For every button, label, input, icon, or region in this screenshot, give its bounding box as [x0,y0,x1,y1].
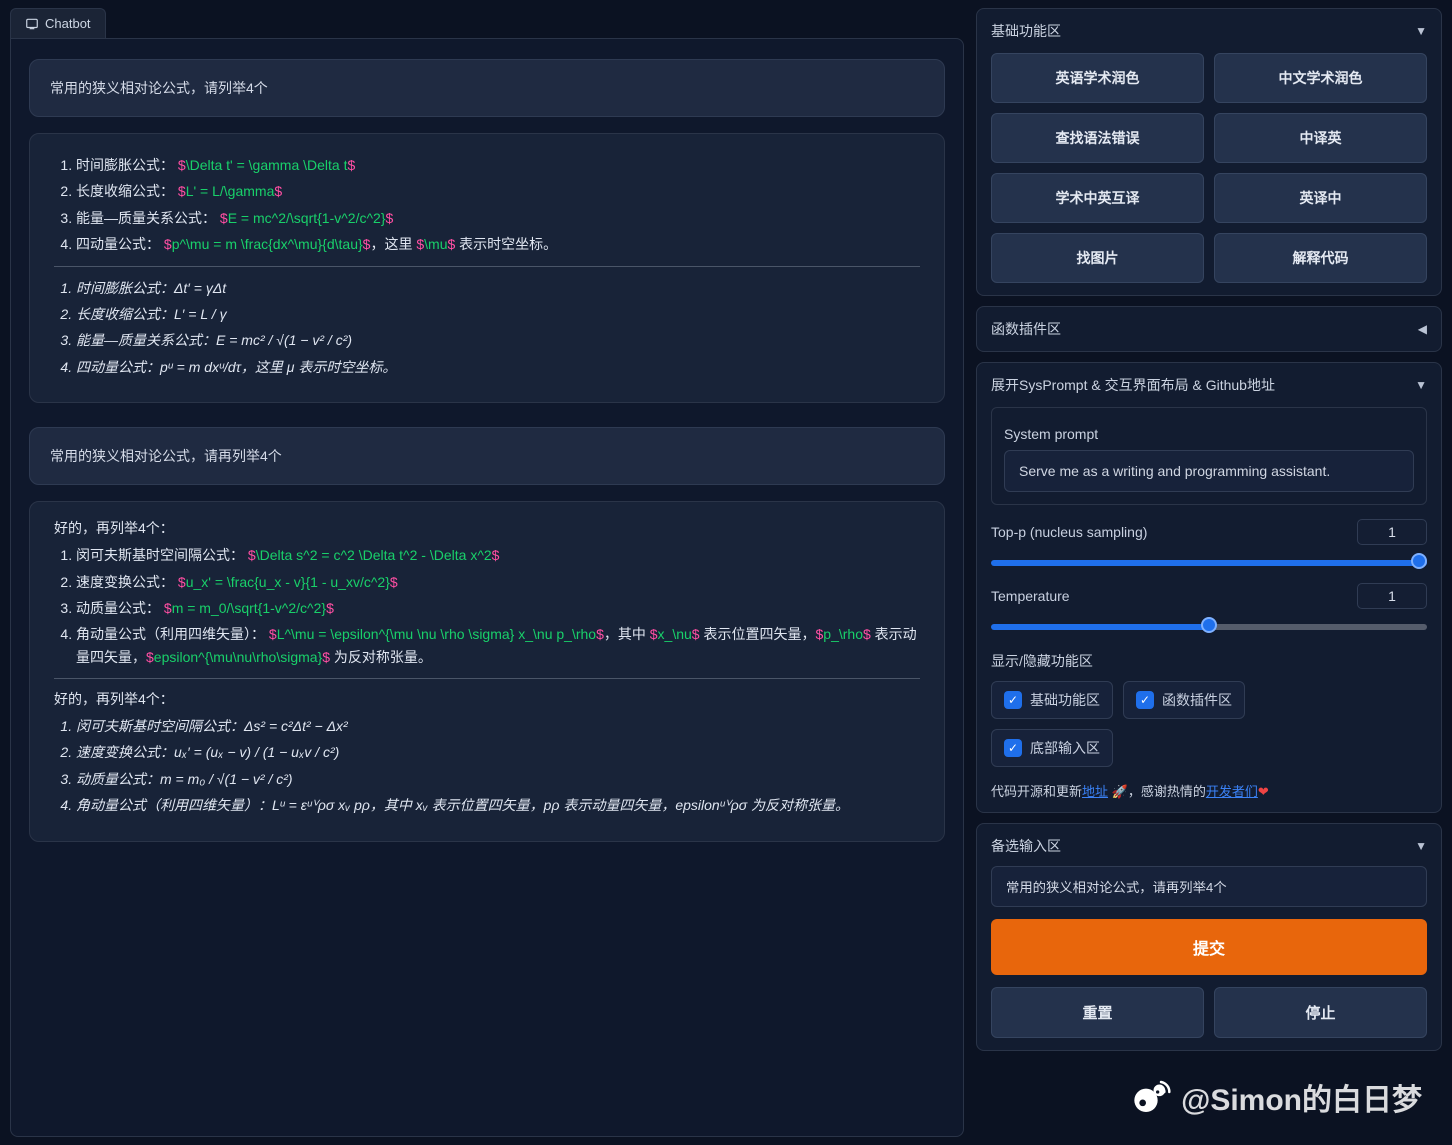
panel-header-alt-input[interactable]: 备选输入区 ▼ [991,836,1427,856]
formula-label: 闵可夫斯基时空间隔公式： [76,547,244,563]
fn-btn-grammar-check[interactable]: 查找语法错误 [991,113,1204,163]
bot-preamble: 好的，再列举4个： [54,518,920,538]
heart-icon: ❤ [1258,784,1269,799]
list-item: 能量—质量关系公式： $E = mc^2/\sqrt{1-v^2/c^2}$ [76,207,920,229]
caret-down-icon: ▼ [1415,24,1427,38]
formula-label: 角动量公式（利用四维矢量）： [76,626,265,642]
list-item: 速度变换公式： $u_x' = \frac{u_x - v}{1 - u_xv/… [76,571,920,593]
user-message: 常用的狭义相对论公式，请列举4个 [29,59,945,117]
chat-container[interactable]: 常用的狭义相对论公式，请列举4个 时间膨胀公式： $\Delta t' = \g… [10,38,964,1137]
checkbox-label: 基础功能区 [1030,690,1100,710]
fn-btn-find-image[interactable]: 找图片 [991,233,1204,283]
panel-header-plugins[interactable]: 函数插件区 ◀ [991,319,1427,339]
fn-btn-en2zh[interactable]: 英译中 [1214,173,1427,223]
formula-label: 动质量公式： [76,600,160,616]
list-item: 能量—质量关系公式：E = mc² / √(1 − v² / c²) [76,329,920,351]
bot-message: 好的，再列举4个： 闵可夫斯基时空间隔公式： $\Delta s^2 = c^2… [29,501,945,842]
topp-slider[interactable] [991,560,1427,566]
list-item: 速度变换公式：uₓ′ = (uₓ − v) / (1 − uₓv / c²) [76,741,920,763]
panel-header-advanced[interactable]: 展开SysPrompt & 交互界面布局 & Github地址 ▼ [991,375,1427,395]
tab-label: Chatbot [45,16,91,31]
checkbox-bottom-input[interactable]: ✓ 底部输入区 [991,729,1113,767]
list-item: 动质量公式：m = m₀ / √(1 − v² / c²) [76,768,920,790]
checkbox-label: 函数插件区 [1162,690,1232,710]
fn-btn-academic-translate[interactable]: 学术中英互译 [991,173,1204,223]
tab-chatbot[interactable]: Chatbot [10,8,106,38]
panel-advanced: 展开SysPrompt & 交互界面布局 & Github地址 ▼ System… [976,362,1442,813]
panel-title: 函数插件区 [991,319,1061,339]
list-item: 长度收缩公式： $L' = L/\gamma$ [76,180,920,202]
user-message: 常用的狭义相对论公式，请再列举4个 [29,427,945,485]
bot-message: 时间膨胀公式： $\Delta t' = \gamma \Delta t$ 长度… [29,133,945,403]
caret-down-icon: ▼ [1415,378,1427,392]
formula-label: 时间膨胀公式： [76,157,174,173]
formula-label: 速度变换公式： [76,574,174,590]
panel-header-basic[interactable]: 基础功能区 ▼ [991,21,1427,41]
list-item: 动质量公式： $m = m_0/\sqrt{1-v^2/c^2}$ [76,597,920,619]
check-icon: ✓ [1136,691,1154,709]
list-item: 角动量公式（利用四维矢量）： $L^\mu = \epsilon^{\mu \n… [76,623,920,668]
temperature-label: Temperature [991,588,1070,604]
formula-latex: u_x' = \frac{u_x - v}{1 - u_xv/c^2} [186,574,390,590]
list-item: 四动量公式：pᵘ = m dxᵘ/dτ，这里 μ 表示时空坐标。 [76,356,920,378]
panel-title: 基础功能区 [991,21,1061,41]
formula-latex: L' = L/\gamma [186,183,275,199]
list-item: 闵可夫斯基时空间隔公式： $\Delta s^2 = c^2 \Delta t^… [76,544,920,566]
system-prompt-input[interactable]: Serve me as a writing and programming as… [1004,450,1414,492]
topp-label: Top-p (nucleus sampling) [991,524,1147,540]
system-prompt-label: System prompt [1004,426,1414,442]
reset-button[interactable]: 重置 [991,987,1204,1038]
fn-btn-explain-code[interactable]: 解释代码 [1214,233,1427,283]
formula-label: 长度收缩公式： [76,183,174,199]
topp-value[interactable]: 1 [1357,519,1427,545]
formula-latex: p^\mu = m \frac{dx^\mu}{d\tau} [172,236,363,252]
divider [54,266,920,267]
panel-title: 展开SysPrompt & 交互界面布局 & Github地址 [991,375,1275,395]
formula-label: 四动量公式： [76,236,160,252]
fn-btn-english-polish[interactable]: 英语学术润色 [991,53,1204,103]
chatbot-icon [25,17,39,31]
panel-alt-input: 备选输入区 ▼ 提交 重置 停止 [976,823,1442,1051]
formula-latex: L^\mu = \epsilon^{\mu \nu \rho \sigma} x… [277,626,596,642]
footnote: 代码开源和更新地址 🚀，感谢热情的开发者们❤ [991,781,1427,800]
list-item: 角动量公式（利用四维矢量）：Lᵘ = εᵘⱽρσ xᵥ pρ，其中 xᵥ 表示位… [76,794,920,816]
panel-plugins: 函数插件区 ◀ [976,306,1442,352]
formula-label: 能量—质量关系公式： [76,210,216,226]
list-item: 时间膨胀公式：Δt′ = γΔt [76,277,920,299]
submit-button[interactable]: 提交 [991,919,1427,975]
list-item: 时间膨胀公式： $\Delta t' = \gamma \Delta t$ [76,154,920,176]
list-item: 闵可夫斯基时空间隔公式：Δs² = c²Δt² − Δx² [76,715,920,737]
panel-basic-functions: 基础功能区 ▼ 英语学术润色 中文学术润色 查找语法错误 中译英 学术中英互译 … [976,8,1442,296]
checkbox-plugin-area[interactable]: ✓ 函数插件区 [1123,681,1245,719]
formula-latex: m = m_0/\sqrt{1-v^2/c^2} [172,600,326,616]
panel-title: 备选输入区 [991,836,1061,856]
link-contributors[interactable]: 开发者们 [1206,784,1258,799]
formula-latex: \Delta s^2 = c^2 \Delta t^2 - \Delta x^2 [256,547,492,563]
alt-input-field[interactable] [991,866,1427,907]
fn-btn-zh2en[interactable]: 中译英 [1214,113,1427,163]
formula-latex: E = mc^2/\sqrt{1-v^2/c^2} [228,210,386,226]
divider [54,678,920,679]
bot-preamble: 好的，再列举4个： [54,689,920,709]
checkbox-label: 底部输入区 [1030,738,1100,758]
check-icon: ✓ [1004,691,1022,709]
fn-btn-chinese-polish[interactable]: 中文学术润色 [1214,53,1427,103]
link-repo[interactable]: 地址 [1082,784,1108,799]
formula-latex: \Delta t' = \gamma \Delta t [186,157,348,173]
rocket-icon: 🚀 [1112,784,1128,799]
temperature-slider[interactable] [991,624,1427,630]
visibility-label: 显示/隐藏功能区 [991,651,1427,671]
check-icon: ✓ [1004,739,1022,757]
stop-button[interactable]: 停止 [1214,987,1427,1038]
temperature-value[interactable]: 1 [1357,583,1427,609]
caret-down-icon: ▼ [1415,839,1427,853]
list-item: 长度收缩公式：L′ = L / γ [76,303,920,325]
caret-left-icon: ◀ [1418,322,1427,336]
list-item: 四动量公式： $p^\mu = m \frac{dx^\mu}{d\tau}$，… [76,233,920,255]
checkbox-basic-area[interactable]: ✓ 基础功能区 [991,681,1113,719]
